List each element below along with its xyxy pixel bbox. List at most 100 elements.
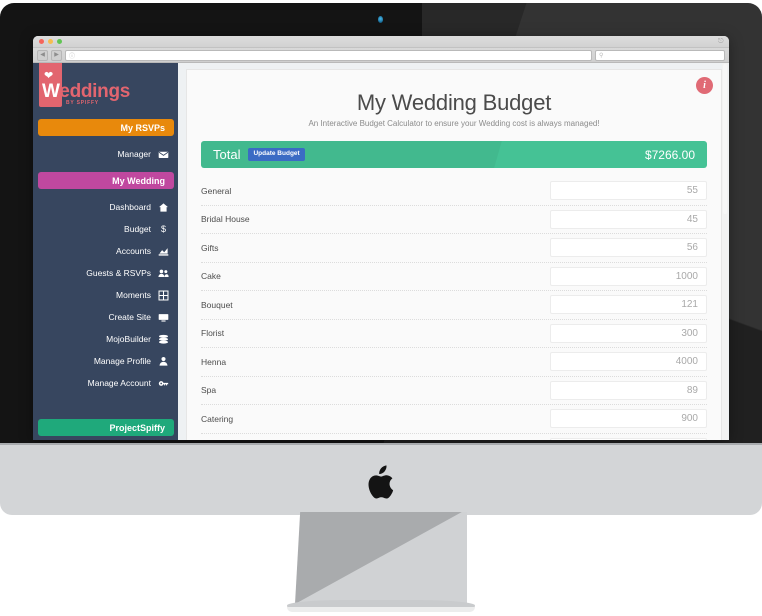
sidebar-section-my-rsvps[interactable]: My RSVPs xyxy=(38,119,174,136)
sidebar-section-my-wedding[interactable]: My Wedding xyxy=(38,172,174,189)
chin-divider xyxy=(0,443,762,445)
sidebar-item-create-site[interactable]: Create Site xyxy=(33,306,178,328)
budget-card: i My Wedding Budget An Interactive Budge… xyxy=(186,69,722,440)
apple-logo-icon xyxy=(368,465,394,499)
layers-icon xyxy=(158,334,169,345)
sidebar-item-label: MojoBuilder xyxy=(106,334,151,344)
budget-item-input[interactable]: 900 xyxy=(550,409,707,429)
resize-handle-icon[interactable]: ⎋ xyxy=(718,38,725,45)
dollar-icon: $ xyxy=(160,223,166,234)
screenshot-stage: ⎋ ◀ ▶ ⓘ ⚲ ❤ Weddings BY SPIFFY My RSVPs … xyxy=(0,0,762,616)
sidebar-item-label: Create Site xyxy=(108,312,151,322)
zoom-window-button[interactable] xyxy=(57,39,62,44)
budget-row: Gifts 56 xyxy=(201,234,707,263)
webcam-icon xyxy=(378,16,383,23)
browser-toolbar: ◀ ▶ ⓘ ⚲ xyxy=(33,48,729,63)
sidebar-footer: ProjectSpiffy xyxy=(33,419,178,436)
budget-item-name: General xyxy=(201,185,232,196)
page-viewport: ❤ Weddings BY SPIFFY My RSVPs Manager My… xyxy=(33,63,729,440)
budget-row: Cake 1000 xyxy=(201,263,707,291)
page-subtitle: An Interactive Budget Calculator to ensu… xyxy=(308,119,600,128)
sidebar-item-mojobuilder[interactable]: MojoBuilder xyxy=(33,328,178,350)
address-bar[interactable]: ⓘ xyxy=(65,49,592,61)
app-logo[interactable]: ❤ Weddings BY SPIFFY xyxy=(33,63,178,119)
budget-item-input[interactable]: 300 xyxy=(550,323,707,343)
browser-search-input[interactable]: ⚲ xyxy=(595,49,725,61)
close-window-button[interactable] xyxy=(39,39,44,44)
info-icon[interactable]: i xyxy=(696,77,713,94)
sidebar-item-manage-account[interactable]: Manage Account xyxy=(33,372,178,394)
budget-item-input[interactable]: 55 xyxy=(550,181,707,201)
budget-item-input[interactable]: 56 xyxy=(550,238,707,258)
sidebar-item-label: Dashboard xyxy=(109,202,151,212)
imac-stand-base-shadow xyxy=(287,607,475,612)
total-label: Total xyxy=(213,147,241,162)
sidebar-item-moments[interactable]: Moments xyxy=(33,284,178,306)
budget-row: Bridal House 45 xyxy=(201,206,707,234)
budget-row: Henna 4000 xyxy=(201,348,707,377)
window-controls[interactable] xyxy=(39,39,62,44)
budget-row: General 55 xyxy=(201,177,707,206)
back-button[interactable]: ◀ xyxy=(37,49,48,61)
budget-item-input[interactable]: 121 xyxy=(550,295,707,315)
sidebar-item-label: Moments xyxy=(116,290,151,300)
forward-button[interactable]: ▶ xyxy=(51,49,62,61)
users-icon xyxy=(158,268,169,279)
total-amount: $7266.00 xyxy=(644,147,695,162)
info-badge-label: i xyxy=(703,80,706,91)
budget-item-name: Henna xyxy=(201,356,227,367)
sidebar-item-label: Manage Account xyxy=(87,378,151,388)
budget-item-name: Gifts xyxy=(201,242,219,253)
main-content: i My Wedding Budget An Interactive Budge… xyxy=(178,63,729,440)
budget-item-input[interactable]: 4000 xyxy=(550,352,707,372)
sidebar-item-dashboard[interactable]: Dashboard xyxy=(33,196,178,218)
projectspiffy-button[interactable]: ProjectSpiffy xyxy=(38,419,174,436)
person-icon xyxy=(158,356,169,367)
logo-initial: W xyxy=(42,81,60,102)
page-scrollbar-thumb[interactable] xyxy=(723,64,727,214)
sidebar-item-label: Guests & RSVPs xyxy=(86,268,151,278)
sidebar-item-label: Budget xyxy=(124,224,151,234)
sidebar-section-label: My RSVPs xyxy=(120,122,165,133)
projectspiffy-label: ProjectSpiffy xyxy=(109,422,165,433)
envelope-icon xyxy=(158,149,169,160)
budget-row xyxy=(201,434,707,440)
budget-item-input[interactable]: 1000 xyxy=(550,266,707,286)
sidebar: ❤ Weddings BY SPIFFY My RSVPs Manager My… xyxy=(33,63,178,440)
budget-item-name: Bridal House xyxy=(201,214,250,225)
budget-item-input[interactable]: 89 xyxy=(550,380,707,400)
sidebar-item-manage-profile[interactable]: Manage Profile xyxy=(33,350,178,372)
update-budget-button[interactable]: Update Budget xyxy=(248,148,305,161)
budget-row: Florist 300 xyxy=(201,320,707,348)
search-icon: ⚲ xyxy=(599,52,604,59)
monitor-icon xyxy=(158,312,169,323)
minimize-window-button[interactable] xyxy=(48,39,53,44)
sidebar-item-label: Manage Profile xyxy=(93,356,151,366)
logo-rest: eddings xyxy=(59,81,131,102)
photo-grid-icon xyxy=(158,290,169,301)
budget-row: Catering 900 xyxy=(201,405,707,434)
budget-list: General 55 Bridal House 45 Gifts 56 Cake… xyxy=(201,177,707,440)
sidebar-item-accounts[interactable]: Accounts xyxy=(33,240,178,262)
imac-chin xyxy=(0,443,762,515)
logo-wordmark: Weddings xyxy=(42,82,130,101)
sidebar-item-label: Manager xyxy=(117,149,151,159)
sidebar-item-manager[interactable]: Manager xyxy=(33,143,178,165)
browser-titlebar: ⎋ xyxy=(33,36,729,48)
budget-item-name: Bouquet xyxy=(201,299,233,310)
budget-item-input[interactable]: 45 xyxy=(550,209,707,229)
page-scrollbar[interactable] xyxy=(722,63,728,440)
budget-item-input[interactable] xyxy=(550,437,707,440)
page-info-icon: ⓘ xyxy=(69,53,76,60)
budget-item-name: Cake xyxy=(201,271,221,282)
sidebar-item-guests-rsvps[interactable]: Guests & RSVPs xyxy=(33,262,178,284)
sidebar-item-label: Accounts xyxy=(116,246,151,256)
page-title: My Wedding Budget xyxy=(356,90,552,115)
sidebar-section-label: My Wedding xyxy=(112,175,165,186)
sidebar-item-budget[interactable]: Budget $ xyxy=(33,218,178,240)
browser-window: ⎋ ◀ ▶ ⓘ ⚲ ❤ Weddings BY SPIFFY My RSVPs … xyxy=(33,36,729,440)
key-icon xyxy=(158,378,169,389)
